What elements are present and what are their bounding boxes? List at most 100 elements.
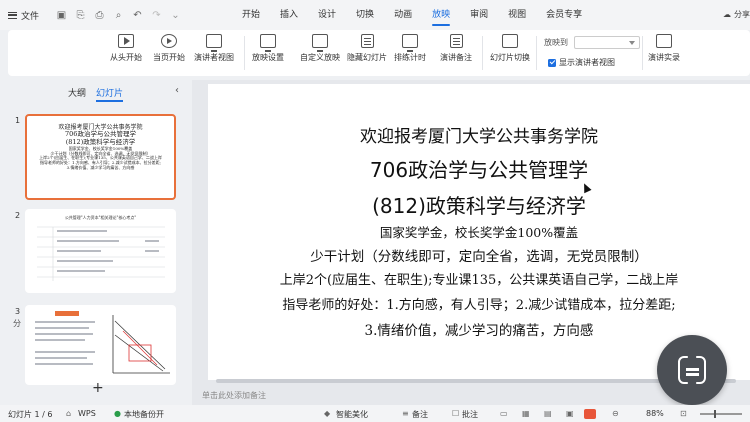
comments-button[interactable]: 批注 <box>462 409 478 420</box>
share-button[interactable]: ☁ 分享 <box>723 9 750 20</box>
slide-body-line-4[interactable]: 指导老师的好处：1.方向感，有人引导；2.减少试错成本，拉分差距; <box>208 294 750 313</box>
collapse-panel-icon[interactable]: ‹ <box>175 85 179 96</box>
tab-slides[interactable]: 幻灯片 <box>96 86 124 102</box>
slide-thumbnail-panel: 大纲 幻灯片 ‹ 1 欢迎报考厦门大学公共事务学院 706政治学与公共管理学 (… <box>0 80 192 405</box>
slide-transition-icon <box>502 34 518 48</box>
more-chevron-icon[interactable]: ⌄ <box>170 10 181 21</box>
add-slide-button[interactable]: + <box>92 380 104 396</box>
speech-record-button[interactable]: 演讲实录 <box>648 34 680 63</box>
tab-animations[interactable]: 动画 <box>384 0 422 30</box>
reading-view-icon[interactable]: ▤ <box>544 409 552 418</box>
slide-thumbnail-3[interactable] <box>25 305 176 385</box>
show-presenter-view-label: 显示演讲者视图 <box>559 58 615 67</box>
show-settings-label: 放映设置 <box>252 53 284 62</box>
slide-thumbnail-1[interactable]: 欢迎报考厦门大学公共事务学院 706政治学与公共管理学 (812)政策科学与经济… <box>25 114 176 200</box>
ribbon-divider <box>482 36 483 70</box>
tab-review[interactable]: 审阅 <box>460 0 498 30</box>
tab-view[interactable]: 视图 <box>498 0 536 30</box>
tab-design[interactable]: 设计 <box>308 0 346 30</box>
status-bar: 幻灯片 1 / 6 ⌂ WPS ● 本地备份开 ◆ 智能美化 ≡ 备注 ☐ 批注… <box>0 405 750 422</box>
slide-title-line-2[interactable]: 706政治学与公共管理学 <box>208 154 750 183</box>
zoom-out-icon[interactable]: ⊖ <box>612 409 619 418</box>
slide-title-line-1[interactable]: 欢迎报考厦门大学公共事务学院 <box>208 122 750 147</box>
slide-thumbnail-2[interactable]: 公共管理"人力资本"相关理论"核心考点" <box>25 209 176 293</box>
thumb-line: 3.情绪价值、减少学习的痛苦、方向感 <box>66 164 135 170</box>
redo-icon[interactable]: ↷ <box>151 10 162 21</box>
thumb-number-1: 1 <box>15 116 21 125</box>
slide-counter: 幻灯片 1 / 6 <box>8 410 53 419</box>
show-settings-icon <box>260 34 276 52</box>
app-window: 文件 ▣ ⎘ ⎙ ⌕ ↶ ↷ ⌄ 开始 插入 设计 切换 动画 放映 审阅 视图… <box>0 0 750 422</box>
sorter-view-icon[interactable]: ▦ <box>522 409 530 418</box>
tab-home[interactable]: 开始 <box>232 0 270 30</box>
hide-slide-icon <box>360 34 374 48</box>
thumb3-graph-graphic <box>35 311 170 374</box>
annotation-char: 分 <box>13 319 21 328</box>
speaker-notes-button[interactable]: 演讲备注 <box>440 34 472 63</box>
beautify-icon: ◆ <box>324 409 331 418</box>
from-start-button[interactable]: 从头开始 <box>110 34 142 63</box>
save-icon[interactable]: ▣ <box>56 10 67 21</box>
zoom-level[interactable]: 88% <box>646 409 664 418</box>
play-current-icon <box>161 34 177 48</box>
slide-body-line-5[interactable]: 3.情绪价值，减少学习的痛苦，方向感 <box>208 319 750 339</box>
file-menu[interactable]: 文件 <box>0 9 52 22</box>
notes-toggle-icon: ≡ <box>402 409 409 418</box>
smart-beautify-button[interactable]: 智能美化 <box>336 409 368 420</box>
speaker-notes-icon <box>449 34 463 48</box>
quick-access-toolbar: ▣ ⎘ ⎙ ⌕ ↶ ↷ ⌄ <box>56 10 181 21</box>
slide-title-line-3[interactable]: (812)政策科学与经济学 <box>208 190 750 219</box>
thumb-number-2: 2 <box>15 211 21 220</box>
custom-show-label: 自定义放映 <box>300 53 340 62</box>
backup-status-icon: ● <box>114 409 121 418</box>
export-pdf-icon[interactable]: ⎘ <box>75 10 86 21</box>
comment-icon: ☐ <box>452 409 460 418</box>
from-current-button[interactable]: 当页开始 <box>153 34 185 63</box>
presenter-view-label: 演讲者视图 <box>194 53 234 62</box>
backup-status[interactable]: 本地备份开 <box>124 409 164 420</box>
slide-canvas[interactable]: 欢迎报考厦门大学公共事务学院 706政治学与公共管理学 (812)政策科学与经济… <box>208 84 750 380</box>
from-start-label: 从头开始 <box>110 53 142 62</box>
notes-placeholder[interactable]: 单击此处添加备注 <box>202 390 266 401</box>
slide-transition-button[interactable]: 幻灯片切换 <box>490 34 530 63</box>
print-icon[interactable]: ⎙ <box>94 10 105 21</box>
checkbox-checked-icon <box>548 58 556 67</box>
thumb-number-3: 3 <box>15 307 21 316</box>
text-lines-icon <box>686 368 699 371</box>
undo-icon[interactable]: ↶ <box>132 10 143 21</box>
slide-transition-label: 幻灯片切换 <box>490 53 530 62</box>
show-settings-button[interactable]: 放映设置 <box>252 34 284 63</box>
panel-tabs: 大纲 幻灯片 <box>68 86 124 102</box>
presenter-view-button[interactable]: 演讲者视图 <box>194 34 234 63</box>
normal-view-icon[interactable]: ▭ <box>500 409 508 418</box>
slide-body-line-3[interactable]: 上岸2个(应届生、在职生);专业课135，公共课英语自己学，二战上岸 <box>208 269 750 288</box>
screen-ocr-button[interactable] <box>657 335 727 405</box>
tab-outline[interactable]: 大纲 <box>68 86 86 99</box>
zoom-slider[interactable] <box>700 410 742 418</box>
print-preview-icon[interactable]: ⌕ <box>113 10 124 21</box>
play-to-group: 放映到 <box>544 36 640 49</box>
show-presenter-view-checkbox[interactable]: 显示演讲者视图 <box>548 57 615 68</box>
speech-record-icon <box>656 34 672 48</box>
tab-transitions[interactable]: 切换 <box>346 0 384 30</box>
notes-toggle-button[interactable]: 备注 <box>412 409 428 420</box>
slide-body-line-2[interactable]: 少干计划（分数线即可，定向全省，选调，无党员限制） <box>208 245 750 265</box>
custom-show-icon <box>312 34 328 52</box>
tab-member[interactable]: 会员专享 <box>536 0 592 30</box>
tab-insert[interactable]: 插入 <box>270 0 308 30</box>
speaker-notes-label: 演讲备注 <box>440 53 472 62</box>
slide-body-line-1[interactable]: 国家奖学金，校长奖学金100%覆盖 <box>208 222 750 241</box>
play-to-dropdown[interactable] <box>574 36 640 49</box>
rehearse-timing-button[interactable]: 排练计时 <box>394 34 426 63</box>
custom-show-button[interactable]: 自定义放映 <box>300 34 340 63</box>
tab-slideshow[interactable]: 放映 <box>422 0 460 30</box>
fit-window-icon[interactable]: ⊡ <box>680 409 687 418</box>
ribbon-divider <box>244 36 245 70</box>
read-mode-icon[interactable]: ▣ <box>566 409 574 418</box>
ribbon-divider <box>536 36 537 70</box>
hide-slide-button[interactable]: 隐藏幻灯片 <box>347 34 387 63</box>
thumb2-table-graphic <box>37 226 165 281</box>
hamburger-icon <box>8 11 17 19</box>
play-to-label: 放映到 <box>544 38 568 47</box>
slideshow-play-icon[interactable] <box>584 409 596 419</box>
